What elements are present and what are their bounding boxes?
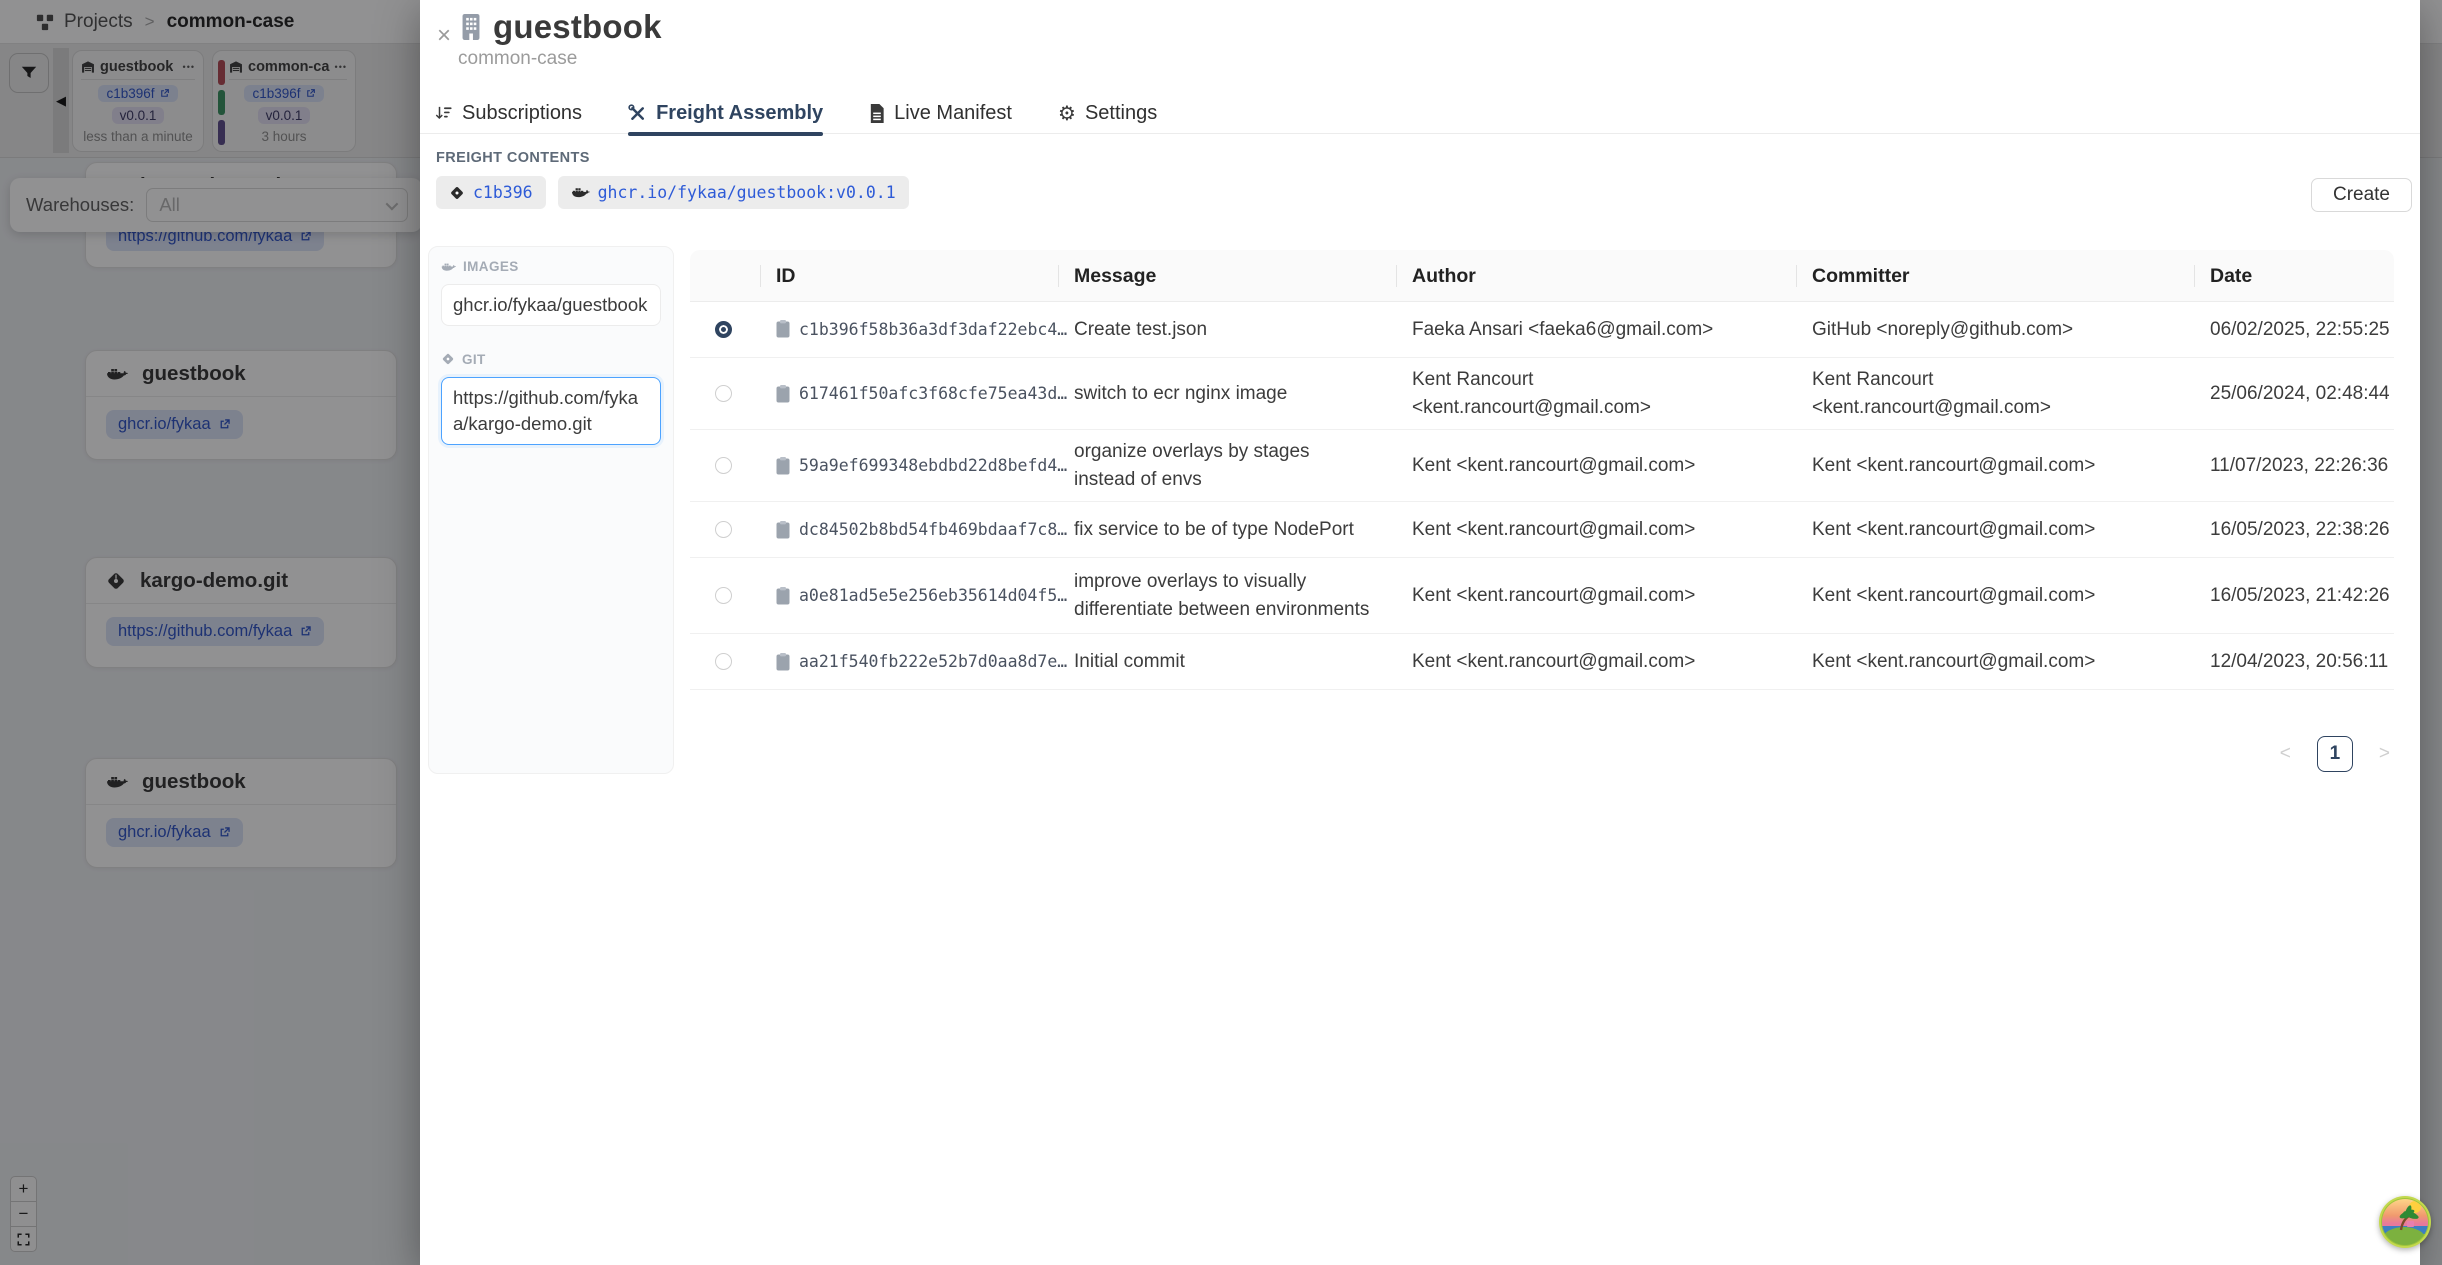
clipboard-icon <box>776 587 790 605</box>
clipboard-icon <box>776 653 790 671</box>
commit-message: fix service to be of type NodePort <box>1058 508 1396 552</box>
create-button[interactable]: Create <box>2311 178 2412 212</box>
row-radio[interactable] <box>715 587 732 604</box>
next-page-button[interactable]: > <box>2379 743 2390 765</box>
sort-amount-icon <box>434 104 453 123</box>
images-section-heading: IMAGES <box>441 259 661 274</box>
tab-live-manifest[interactable]: Live Manifest <box>869 94 1012 134</box>
commit-author: Faeka Ansari <faeka6@gmail.com> <box>1396 308 1796 352</box>
file-icon <box>869 104 885 123</box>
clipboard-icon <box>776 457 790 475</box>
tab-label: Settings <box>1085 102 1157 125</box>
commit-date: 16/05/2023, 21:42:26 <box>2194 574 2394 618</box>
commit-author: Kent Rancourt <kent.rancourt@gmail.com> <box>1396 358 1796 429</box>
table-row[interactable]: 617461f50afc3f68cfe75ea43d… switch to ec… <box>690 358 2394 430</box>
commit-committer: GitHub <noreply@github.com> <box>1796 308 2194 352</box>
commit-message: Create test.json <box>1058 308 1396 352</box>
freight-content-commit[interactable]: c1b396 <box>436 176 546 209</box>
column-radio <box>690 250 760 302</box>
drawer-header: guestbook <box>458 8 662 46</box>
git-commit-icon <box>441 352 455 366</box>
table-row[interactable]: 59a9ef699348ebdbd22d8befd4… organize ove… <box>690 430 2394 502</box>
commit-committer: Kent Rancourt <kent.rancourt@gmail.com> <box>1796 358 2194 429</box>
page-number-button[interactable]: 1 <box>2317 736 2353 772</box>
commit-id: 59a9ef699348ebdbd22d8befd4… <box>799 454 1067 478</box>
commit-message: switch to ecr nginx image <box>1058 372 1396 416</box>
commit-author: Kent <kent.rancourt@gmail.com> <box>1396 640 1796 684</box>
table-row[interactable]: a0e81ad5e5e256eb35614d04f5… improve over… <box>690 558 2394 634</box>
row-radio[interactable] <box>715 521 732 538</box>
table-row[interactable]: dc84502b8bd54fb469bdaaf7c8… fix service … <box>690 502 2394 558</box>
table-row[interactable]: aa21f540fb222e52b7d0aa8d7e… Initial comm… <box>690 634 2394 690</box>
freight-contents-list: c1b396 ghcr.io/fykaa/guestbook:v0.0.1 <box>436 176 909 209</box>
tab-settings[interactable]: ⚙ Settings <box>1058 94 1157 134</box>
tools-icon <box>628 104 647 123</box>
row-radio[interactable] <box>715 653 732 670</box>
column-message: Message <box>1058 250 1396 302</box>
clipboard-icon <box>776 385 790 403</box>
commit-message: organize overlays by stages instead of e… <box>1058 430 1396 501</box>
page-title: guestbook <box>493 8 662 46</box>
tab-label: Subscriptions <box>462 102 582 125</box>
commit-table: ID Message Author Committer Date c1b396f… <box>690 250 2394 772</box>
commit-id: c1b396f58b36a3df3daf22ebc4… <box>799 318 1067 342</box>
docker-icon <box>441 260 456 274</box>
commit-committer: Kent <kent.rancourt@gmail.com> <box>1796 640 2194 684</box>
clipboard-icon <box>776 320 790 338</box>
image-repo-item[interactable]: ghcr.io/fykaa/guestbook <box>441 284 661 326</box>
git-commit-icon <box>449 185 465 201</box>
prev-page-button[interactable]: < <box>2280 743 2291 765</box>
commit-date: 12/04/2023, 20:56:11 <box>2194 640 2394 684</box>
drawer-subtitle: common-case <box>458 48 577 70</box>
freight-content-image[interactable]: ghcr.io/fykaa/guestbook:v0.0.1 <box>558 176 909 209</box>
table-header-row: ID Message Author Committer Date <box>690 250 2394 302</box>
commit-committer: Kent <kent.rancourt@gmail.com> <box>1796 444 2194 488</box>
commit-id: aa21f540fb222e52b7d0aa8d7e… <box>799 650 1067 674</box>
docker-icon <box>571 184 590 201</box>
commit-message: improve overlays to visually differentia… <box>1058 560 1396 631</box>
clipboard-icon <box>776 521 790 539</box>
commit-message: Initial commit <box>1058 640 1396 684</box>
commit-committer: Kent <kent.rancourt@gmail.com> <box>1796 508 2194 552</box>
gear-icon: ⚙ <box>1058 104 1076 124</box>
tab-freight-assembly[interactable]: Freight Assembly <box>628 94 823 134</box>
pagination: < 1 > <box>690 736 2394 772</box>
column-author: Author <box>1396 250 1796 302</box>
commit-date: 25/06/2024, 02:48:44 <box>2194 372 2394 416</box>
commit-author: Kent <kent.rancourt@gmail.com> <box>1396 444 1796 488</box>
drawer-tabs: Subscriptions Freight Assembly Live Mani… <box>420 94 2420 134</box>
table-row[interactable]: c1b396f58b36a3df3daf22ebc4… Create test.… <box>690 302 2394 358</box>
tab-label: Freight Assembly <box>656 102 823 125</box>
close-button[interactable]: × <box>430 22 458 50</box>
sources-panel: IMAGES ghcr.io/fykaa/guestbook GIT https… <box>428 246 674 774</box>
commit-author: Kent <kent.rancourt@gmail.com> <box>1396 508 1796 552</box>
tab-subscriptions[interactable]: Subscriptions <box>434 94 582 134</box>
row-radio[interactable] <box>715 457 732 474</box>
kargo-app: Projects > common-case ◀ guestbook ••• <box>0 0 2442 1265</box>
commit-date: 16/05/2023, 22:38:26 <box>2194 508 2394 552</box>
commit-id: a0e81ad5e5e256eb35614d04f5… <box>799 584 1067 608</box>
commit-committer: Kent <kent.rancourt@gmail.com> <box>1796 574 2194 618</box>
column-date: Date <box>2194 250 2394 302</box>
commit-id: dc84502b8bd54fb469bdaaf7c8… <box>799 518 1067 542</box>
commit-date: 06/02/2025, 22:55:25 <box>2194 308 2394 352</box>
git-section-heading: GIT <box>441 352 661 367</box>
commit-id: 617461f50afc3f68cfe75ea43d… <box>799 382 1067 406</box>
row-radio[interactable] <box>715 385 732 402</box>
git-repo-item-selected[interactable]: https://github.com/fykaa/kargo-demo.git <box>441 377 661 445</box>
stage-building-icon <box>458 12 484 42</box>
row-radio-selected[interactable] <box>715 321 732 338</box>
stage-details-drawer: × guestbook common-case Subscriptions Fr… <box>420 0 2420 1265</box>
island-badge-icon[interactable] <box>2377 1194 2433 1250</box>
tab-label: Live Manifest <box>894 102 1012 125</box>
freight-contents-heading: FREIGHT CONTENTS <box>436 150 590 166</box>
commit-author: Kent <kent.rancourt@gmail.com> <box>1396 574 1796 618</box>
column-committer: Committer <box>1796 250 2194 302</box>
commit-date: 11/07/2023, 22:26:36 <box>2194 444 2394 488</box>
column-id: ID <box>760 250 1058 302</box>
